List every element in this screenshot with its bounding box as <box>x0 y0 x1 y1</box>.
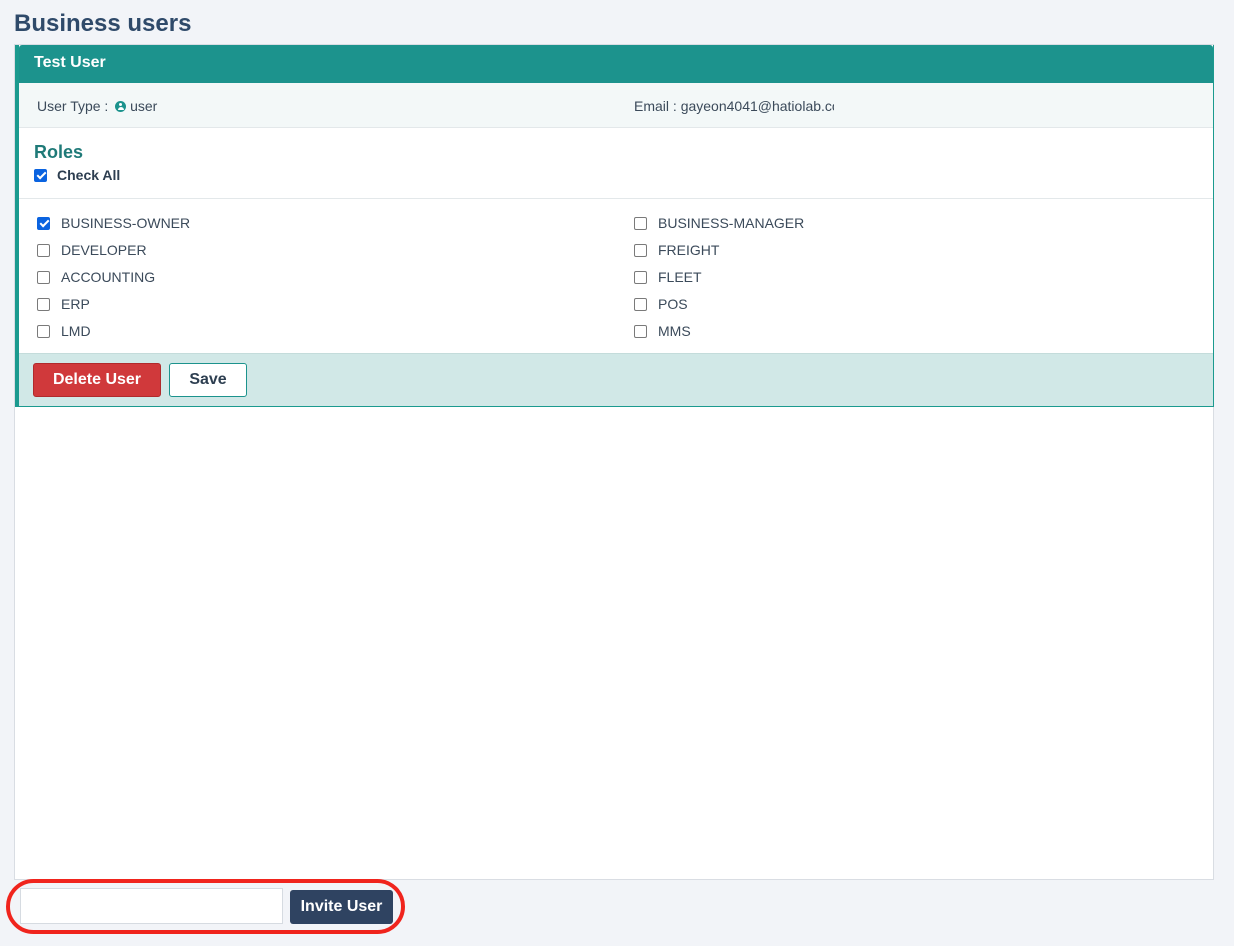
role-checkbox-lmd[interactable]: LMD <box>37 323 91 339</box>
check-all-box[interactable] <box>34 168 47 182</box>
role-checkbox-erp[interactable]: ERP <box>37 296 90 312</box>
role-label: LMD <box>61 323 91 339</box>
role-checkbox-box[interactable] <box>634 270 647 284</box>
role-label: DEVELOPER <box>61 242 147 258</box>
role-checkbox-business-manager[interactable]: BUSINESS-MANAGER <box>634 215 804 231</box>
roles-title: Roles <box>34 142 84 162</box>
role-checkbox-pos[interactable]: POS <box>634 296 688 312</box>
roles-grid: BUSINESS-OWNER BUSINESS-MANAGER DEVELOPER F… <box>19 199 1213 353</box>
role-checkbox-developer[interactable]: DEVELOPER <box>37 242 147 258</box>
role-checkbox-box[interactable] <box>634 297 647 311</box>
roles-section: Roles Check All <box>19 128 1213 199</box>
card-footer: Delete User Save <box>19 353 1213 406</box>
role-checkbox-business-owner[interactable]: BUSINESS-OWNER <box>37 215 190 231</box>
page-title: Business users <box>14 10 192 37</box>
user-email: Email : gayeon4041@hatiolab.com <box>634 98 834 114</box>
role-checkbox-accounting[interactable]: ACCOUNTING <box>37 269 155 285</box>
role-checkbox-mms[interactable]: MMS <box>634 323 691 339</box>
invite-user-button[interactable]: Invite User <box>290 890 393 924</box>
role-label: FREIGHT <box>658 242 720 258</box>
role-label: BUSINESS-MANAGER <box>658 215 805 231</box>
role-checkbox-fleet[interactable]: FLEET <box>634 269 702 285</box>
role-checkbox-freight[interactable]: FREIGHT <box>634 242 719 258</box>
role-label: MMS <box>658 323 691 339</box>
user-info-row: User Type : user Email : gayeon4041@hati… <box>19 83 1213 128</box>
user-card: Test User User Type : user Email : gayeo… <box>15 45 1214 407</box>
role-checkbox-box[interactable] <box>634 324 647 338</box>
role-label: BUSINESS-OWNER <box>61 215 191 231</box>
user-name: Test User <box>34 54 106 71</box>
users-panel: Test User User Type : user Email : gayeo… <box>14 44 1214 880</box>
role-checkbox-box[interactable] <box>37 243 50 257</box>
user-type: User Type : user <box>37 98 157 114</box>
user-type-label: User Type : <box>37 98 109 114</box>
save-button[interactable]: Save <box>169 363 247 397</box>
invite-email-input[interactable] <box>20 888 283 924</box>
email-label: Email : <box>634 98 677 114</box>
user-type-value: user <box>130 98 158 114</box>
email-value: gayeon4041@hatiolab.com <box>680 98 834 114</box>
delete-user-button[interactable]: Delete User <box>33 363 161 397</box>
check-all-label: Check All <box>57 167 121 183</box>
invite-area: Invite User <box>6 879 405 934</box>
role-checkbox-box[interactable] <box>37 324 50 338</box>
role-label: FLEET <box>658 269 702 285</box>
role-label: ERP <box>61 296 90 312</box>
role-checkbox-box[interactable] <box>634 243 647 257</box>
user-card-header[interactable]: Test User <box>19 45 1213 89</box>
role-checkbox-box[interactable] <box>37 297 50 311</box>
check-all-checkbox[interactable]: Check All <box>34 167 120 183</box>
role-label: POS <box>658 296 688 312</box>
role-checkbox-box[interactable] <box>37 216 50 230</box>
role-checkbox-box[interactable] <box>37 270 50 284</box>
user-circle-icon <box>115 101 127 112</box>
role-checkbox-box[interactable] <box>634 216 647 230</box>
role-label: ACCOUNTING <box>61 269 156 285</box>
